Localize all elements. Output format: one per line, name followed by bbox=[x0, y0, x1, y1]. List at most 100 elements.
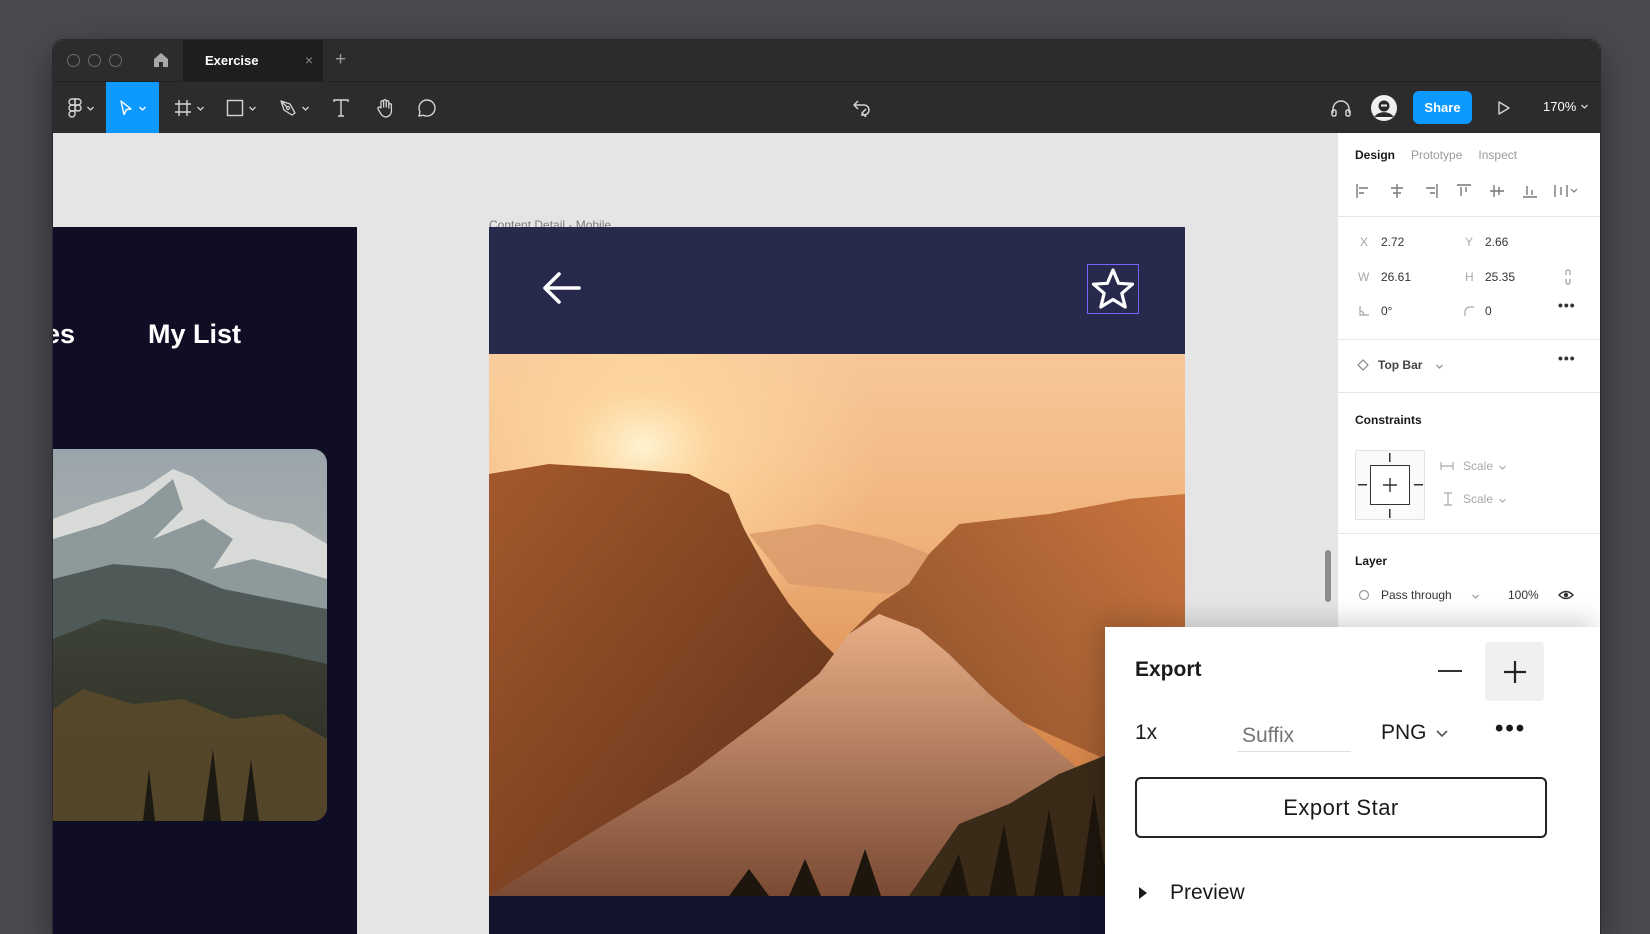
home-icon[interactable] bbox=[151, 50, 171, 70]
instance-name[interactable]: Top Bar bbox=[1378, 358, 1422, 372]
height-input[interactable]: 25.35 bbox=[1485, 270, 1515, 284]
top-bar[interactable] bbox=[489, 227, 1185, 354]
panel-tabs: Design Prototype Inspect bbox=[1355, 148, 1517, 162]
layer-title: Layer bbox=[1355, 554, 1388, 568]
pen-icon bbox=[279, 100, 296, 116]
instance-more-button[interactable]: ••• bbox=[1558, 350, 1576, 366]
divider bbox=[1338, 339, 1600, 340]
new-tab-button[interactable]: + bbox=[335, 49, 346, 71]
export-scale-select[interactable]: 1x bbox=[1135, 721, 1157, 745]
toolbar: Share 170% bbox=[53, 81, 1600, 134]
star-icon[interactable] bbox=[1090, 266, 1136, 312]
components-menu-button[interactable] bbox=[844, 82, 880, 134]
remove-export-button[interactable] bbox=[1438, 670, 1462, 672]
eye-icon[interactable] bbox=[1558, 588, 1574, 602]
pen-tool-button[interactable] bbox=[272, 82, 316, 134]
maximize-window-button[interactable] bbox=[109, 54, 122, 67]
align-vertical-center-icon[interactable] bbox=[1489, 183, 1505, 199]
chevron-down-icon bbox=[139, 106, 146, 111]
dev-mode-icon bbox=[853, 100, 870, 118]
corner-radius-icon bbox=[1464, 306, 1474, 316]
w-label: W bbox=[1358, 270, 1370, 284]
user-avatar[interactable] bbox=[1366, 82, 1402, 134]
tab-prototype[interactable]: Prototype bbox=[1411, 148, 1462, 162]
figma-logo-icon bbox=[67, 98, 82, 118]
zoom-dropdown[interactable]: 170% bbox=[1543, 99, 1589, 114]
play-icon bbox=[1498, 101, 1510, 115]
more-options-button[interactable]: ••• bbox=[1558, 297, 1576, 313]
frame-icon bbox=[174, 100, 191, 116]
constrain-proportions-icon[interactable] bbox=[1563, 269, 1573, 285]
move-tool-button[interactable] bbox=[106, 82, 159, 134]
shape-tool-button[interactable] bbox=[219, 82, 263, 134]
component-instance-icon bbox=[1357, 359, 1369, 371]
cursor-icon bbox=[120, 100, 132, 116]
add-export-button[interactable] bbox=[1485, 642, 1544, 701]
y-input[interactable]: 2.66 bbox=[1485, 235, 1508, 249]
chevron-down-icon bbox=[248, 106, 256, 111]
vertical-constraint-icon bbox=[1444, 492, 1452, 506]
constraint-top-icon[interactable] bbox=[1389, 453, 1391, 462]
x-label: X bbox=[1360, 235, 1369, 249]
align-bottom-icon[interactable] bbox=[1522, 183, 1538, 199]
frame-tool-button[interactable] bbox=[167, 82, 211, 134]
rectangle-icon bbox=[226, 99, 243, 117]
present-button[interactable] bbox=[1486, 82, 1522, 134]
tab-design[interactable]: Design bbox=[1355, 148, 1395, 162]
x-input[interactable]: 2.72 bbox=[1381, 235, 1404, 249]
tab-close-icon[interactable]: × bbox=[305, 52, 313, 68]
headphones-icon bbox=[1331, 100, 1351, 117]
hand-tool-button[interactable] bbox=[367, 82, 403, 134]
tab-exercise[interactable]: Exercise × bbox=[183, 40, 323, 81]
export-panel: Export 1x PNG ••• Export Star Preview bbox=[1105, 627, 1600, 934]
export-star-button[interactable]: Export Star bbox=[1135, 777, 1547, 838]
nav-item-my-list: My List bbox=[148, 319, 242, 349]
chevron-down-icon bbox=[196, 106, 204, 111]
chevron-down-icon[interactable] bbox=[1435, 362, 1444, 371]
arrow-left-icon[interactable] bbox=[539, 269, 583, 307]
distribute-icon[interactable] bbox=[1553, 183, 1579, 199]
align-right-icon[interactable] bbox=[1423, 183, 1439, 199]
export-format-select[interactable]: PNG bbox=[1381, 721, 1449, 745]
y-label: Y bbox=[1465, 235, 1474, 249]
rotation-input[interactable]: 0° bbox=[1381, 304, 1392, 318]
constraint-right-icon[interactable] bbox=[1414, 484, 1423, 486]
export-suffix-input[interactable] bbox=[1237, 710, 1351, 752]
divider bbox=[1338, 392, 1600, 393]
main-menu-button[interactable] bbox=[59, 82, 103, 134]
text-tool-button[interactable] bbox=[325, 82, 357, 134]
chevron-down-icon bbox=[1581, 104, 1589, 109]
text-icon bbox=[333, 99, 349, 117]
frame-home-mobile[interactable]: es My List bbox=[53, 227, 357, 934]
audio-button[interactable] bbox=[1323, 82, 1359, 134]
comment-tool-button[interactable] bbox=[409, 82, 445, 134]
frame-content-detail-mobile[interactable] bbox=[489, 227, 1185, 934]
preview-toggle[interactable]: Preview bbox=[1135, 881, 1245, 905]
close-window-button[interactable] bbox=[67, 54, 80, 67]
constraints-widget[interactable] bbox=[1355, 450, 1425, 520]
corner-radius-input[interactable]: 0 bbox=[1485, 304, 1492, 318]
chevron-down-icon[interactable] bbox=[1498, 463, 1507, 472]
tab-inspect[interactable]: Inspect bbox=[1478, 148, 1517, 162]
hand-icon bbox=[377, 99, 393, 118]
share-button[interactable]: Share bbox=[1413, 91, 1472, 124]
chevron-down-icon[interactable] bbox=[1471, 592, 1480, 601]
align-top-icon[interactable] bbox=[1456, 183, 1472, 199]
align-left-icon[interactable] bbox=[1355, 183, 1371, 199]
blend-mode-select[interactable]: Pass through bbox=[1381, 588, 1452, 602]
constraint-center-icon[interactable] bbox=[1382, 477, 1398, 493]
horizontal-constraint-select[interactable]: Scale bbox=[1463, 459, 1493, 473]
canvas-scrollbar[interactable] bbox=[1325, 550, 1331, 602]
align-horizontal-center-icon[interactable] bbox=[1389, 183, 1405, 199]
blend-mode-icon bbox=[1358, 589, 1370, 601]
chevron-down-icon bbox=[86, 106, 94, 111]
mountain-image bbox=[53, 449, 327, 821]
width-input[interactable]: 26.61 bbox=[1381, 270, 1411, 284]
opacity-input[interactable]: 100% bbox=[1508, 588, 1539, 602]
constraint-left-icon[interactable] bbox=[1358, 484, 1367, 486]
constraint-bottom-icon[interactable] bbox=[1389, 509, 1391, 518]
chevron-down-icon[interactable] bbox=[1498, 496, 1507, 505]
minimize-window-button[interactable] bbox=[88, 54, 101, 67]
export-settings-button[interactable]: ••• bbox=[1495, 715, 1526, 743]
vertical-constraint-select[interactable]: Scale bbox=[1463, 492, 1493, 506]
